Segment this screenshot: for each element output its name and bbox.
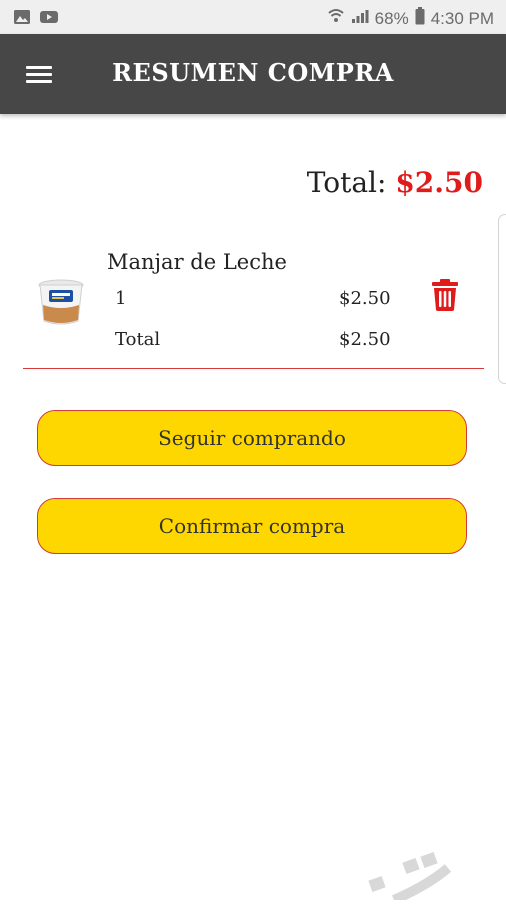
decorative-shapes: [366, 830, 506, 904]
item-quantity: 1: [115, 288, 127, 309]
continue-shopping-button[interactable]: Seguir comprando: [37, 410, 467, 466]
image-icon: [13, 9, 31, 30]
cart-item: Manjar de Leche 1 $2.50 Total $2.50: [23, 240, 484, 369]
clock: 4:30 PM: [430, 8, 494, 28]
total-label: Total:: [306, 166, 387, 199]
youtube-icon: [39, 9, 59, 30]
wifi-icon: [327, 8, 345, 29]
item-total-value: $2.50: [339, 329, 391, 350]
item-name: Manjar de Leche: [107, 250, 287, 274]
order-total: Total: $2.50: [307, 166, 483, 199]
item-total-label: Total: [115, 329, 161, 350]
signal-icon: [351, 8, 369, 29]
battery-icon: [415, 7, 425, 30]
drawer-handle[interactable]: [498, 214, 506, 384]
trash-icon[interactable]: [431, 278, 459, 312]
product-image: [37, 277, 85, 327]
app-bar: RESUMEN COMPRA: [0, 34, 506, 114]
total-amount: $2.50: [395, 166, 483, 199]
page-title: RESUMEN COMPRA: [112, 58, 394, 87]
confirm-purchase-button[interactable]: Confirmar compra: [37, 498, 467, 554]
battery-percent: 68%: [374, 8, 409, 28]
status-bar: 68% 4:30 PM: [0, 0, 506, 34]
item-unit-price: $2.50: [339, 288, 391, 309]
